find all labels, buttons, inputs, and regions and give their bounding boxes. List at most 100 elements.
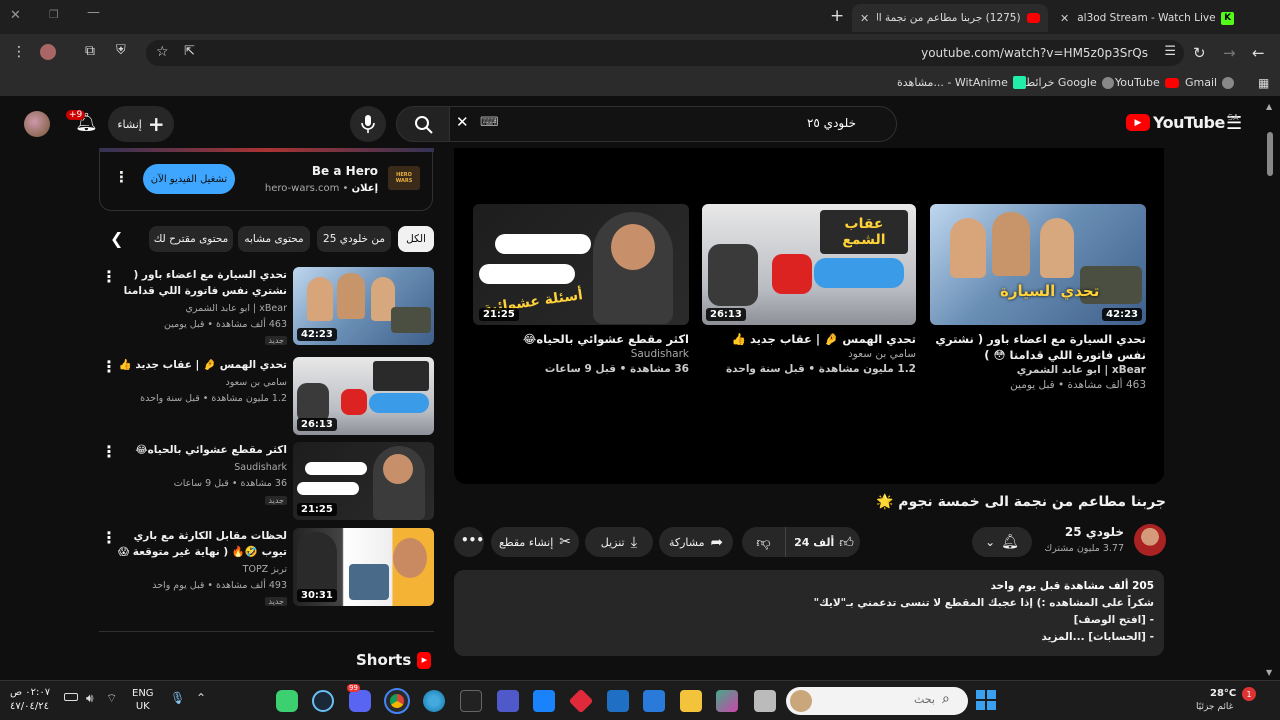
subscribe-bell-button[interactable]: ⌄ 🔔︎ bbox=[972, 527, 1032, 557]
copilot-icon[interactable] bbox=[716, 690, 738, 712]
shorts-heading[interactable]: Shorts ▶ bbox=[356, 651, 432, 669]
ad-card[interactable]: HERO WARS Be a Hero إعلان • hero-wars.co… bbox=[99, 148, 434, 211]
clear-search-icon[interactable]: ✕ bbox=[456, 113, 469, 131]
weather-widget[interactable]: 1 28°C غائم جزئيًا bbox=[1196, 687, 1272, 715]
battery-icon[interactable] bbox=[64, 693, 78, 701]
extension-avatar-icon[interactable] bbox=[40, 44, 56, 60]
video-thumbnail[interactable]: 26:13 bbox=[293, 357, 434, 435]
taskbar-search[interactable]: ⌕ بحث bbox=[786, 687, 968, 715]
create-button[interactable]: إنشاء + bbox=[108, 106, 174, 142]
end-card-title[interactable]: تحدي السيارة مع اعضاء باور ( نشتري نفس ف… bbox=[930, 331, 1146, 363]
bookmark-witanime[interactable]: مشاهدة... - WitAnime bbox=[897, 76, 1026, 89]
sidebar-video[interactable]: 21:25 اكثر مقطع عشوائي بالحياه😂 Saudisha… bbox=[99, 442, 434, 520]
sidebar-video[interactable]: 26:13 تحدي الهمس 🤌 | عقاب جديد 👍 سامي بن… bbox=[99, 357, 434, 435]
system-clock[interactable]: ٠٢:٠٧ ص ٤٧/٠٤/٢٤ bbox=[10, 686, 50, 714]
end-card-title[interactable]: تحدي الهمس 🤌 | عقاب جديد 👍 bbox=[702, 331, 916, 347]
app-red-icon[interactable] bbox=[568, 688, 594, 714]
search-input[interactable]: خلودي ٢٥ ⌨ ✕ bbox=[449, 106, 897, 142]
reload-icon[interactable]: ↻ bbox=[1193, 44, 1206, 62]
forward-icon[interactable]: → bbox=[1223, 44, 1236, 62]
more-actions-button[interactable]: ••• bbox=[454, 527, 484, 557]
chevron-left-icon[interactable]: ❮ bbox=[110, 229, 123, 248]
voice-search-button[interactable] bbox=[350, 106, 386, 142]
scroll-up-icon[interactable]: ▲ bbox=[1266, 102, 1272, 111]
site-settings-icon[interactable]: ☰ bbox=[1164, 44, 1176, 59]
video-thumbnail[interactable]: 42:23 bbox=[293, 267, 434, 345]
store-icon[interactable] bbox=[643, 690, 665, 712]
close-tab-icon[interactable]: ✕ bbox=[1060, 12, 1069, 25]
channel-name[interactable]: خلودي 25 bbox=[1030, 525, 1124, 539]
chip-related[interactable]: محتوى مشابه bbox=[238, 226, 310, 252]
chip-recommended[interactable]: محتوى مقترح لك bbox=[149, 226, 233, 252]
video-description[interactable]: 205 ألف مشاهدة قبل يوم واحد شكراً على ال… bbox=[454, 570, 1164, 656]
volume-icon[interactable]: 🔊︎ bbox=[86, 691, 94, 706]
sidebar-video[interactable]: 30:31 لحظات مقابل الكارثة مع باري تيوب 🤣… bbox=[99, 528, 434, 606]
video-thumbnail[interactable]: عقاب الشمع 26:13 bbox=[702, 204, 916, 325]
more-vertical-icon[interactable]: ⋮ bbox=[101, 442, 117, 461]
sidebar-video-title[interactable]: اكثر مقطع عشوائي بالحياه😂 bbox=[115, 442, 287, 458]
scroll-down-icon[interactable]: ▼ bbox=[1266, 668, 1272, 677]
video-thumbnail[interactable]: تحدي السيارة 42:23 bbox=[930, 204, 1146, 325]
more-vertical-icon[interactable]: ⋮ bbox=[101, 528, 117, 547]
youtube-logo[interactable]: ▶ YouTube SA bbox=[1126, 113, 1239, 132]
end-card-video[interactable]: أسئلة عشوائية 21:25 اكثر مقطع عشوائي بال… bbox=[473, 204, 689, 377]
channel-avatar[interactable] bbox=[1134, 524, 1166, 556]
chip-all[interactable]: الكل bbox=[398, 226, 434, 252]
search-button[interactable] bbox=[396, 106, 450, 142]
chip-from-channel[interactable]: من خلودي 25 bbox=[317, 226, 391, 252]
new-tab-icon[interactable]: + bbox=[830, 6, 844, 26]
more-vertical-icon[interactable]: ⋮ bbox=[101, 267, 117, 286]
edge-icon[interactable] bbox=[423, 690, 445, 712]
sidebar-video-title[interactable]: لحظات مقابل الكارثة مع باري تيوب 🤣🔥 ( نه… bbox=[115, 528, 287, 560]
more-vertical-icon[interactable]: ⋮ bbox=[114, 168, 129, 186]
share-button[interactable]: مشاركة ➦ bbox=[659, 527, 733, 557]
sidebar-video[interactable]: 42:23 تحدي السيارة مع اعضاء باور ( نشتري… bbox=[99, 267, 434, 345]
video-thumbnail[interactable]: 21:25 bbox=[293, 442, 434, 520]
bookmark-star-icon[interactable]: ☆ bbox=[156, 44, 169, 60]
download-button[interactable]: تنزيل ⤓ bbox=[585, 527, 653, 557]
language-indicator[interactable]: ENG UK bbox=[132, 687, 154, 713]
outlook-icon[interactable] bbox=[607, 690, 629, 712]
extensions-icon[interactable]: ⧉ bbox=[85, 43, 95, 59]
sidebar-video-title[interactable]: تحدي الهمس 🤌 | عقاب جديد 👍 bbox=[115, 357, 287, 373]
menu-dots-icon[interactable]: ⋮ bbox=[12, 44, 26, 60]
discord-icon[interactable]: 99 bbox=[347, 684, 371, 712]
microphone-icon[interactable]: 🎙︎ bbox=[170, 691, 185, 705]
sidebar-video-title[interactable]: تحدي السيارة مع اعضاء باور ( نشتري نفس ف… bbox=[115, 267, 287, 299]
address-bar[interactable]: ☆ ⇱ youtube.com/watch?v=HM5z0p3SrQs ☰ bbox=[146, 40, 1184, 66]
file-folder-icon[interactable] bbox=[680, 690, 702, 712]
install-app-icon[interactable]: ⇱ bbox=[184, 44, 195, 59]
account-avatar[interactable] bbox=[24, 111, 50, 137]
keyboard-icon[interactable]: ⌨ bbox=[480, 115, 499, 130]
dropbox-icon[interactable] bbox=[533, 690, 555, 712]
like-button[interactable]: 24 ألف 👍︎ bbox=[788, 527, 860, 557]
all-bookmarks-icon[interactable]: ▦ bbox=[1258, 76, 1269, 90]
shield-icon[interactable]: ⛨ bbox=[116, 43, 126, 58]
wifi-icon[interactable]: ⌔ bbox=[106, 691, 117, 706]
app-teams-icon[interactable] bbox=[497, 690, 519, 712]
notifications-button[interactable]: 🔔︎ +9 bbox=[66, 110, 98, 138]
epic-games-icon[interactable] bbox=[460, 690, 482, 712]
video-thumbnail[interactable]: 30:31 bbox=[293, 528, 434, 606]
end-card-title[interactable]: اكثر مقطع عشوائي بالحياه😂 bbox=[473, 331, 689, 347]
bookmark-google-maps[interactable]: خرائط Google bbox=[1025, 76, 1114, 89]
end-card-video[interactable]: عقاب الشمع 26:13 تحدي الهمس 🤌 | عقاب جدي… bbox=[702, 204, 916, 377]
tab-kick-stream[interactable]: ✕ al3od Stream - Watch Live on K K bbox=[1052, 4, 1242, 32]
dislike-button[interactable]: 👎︎ bbox=[742, 527, 786, 557]
minimize-window-icon[interactable]: — bbox=[87, 5, 100, 20]
ad-cta-button[interactable]: تشغيل الفيديو الآن bbox=[143, 164, 235, 194]
restore-window-icon[interactable]: ❐ bbox=[49, 8, 59, 21]
show-hidden-icons[interactable]: ⌃ bbox=[196, 691, 206, 705]
tab-youtube-video[interactable]: ✕ (1275) جربنا مطاعم من نجمة الـ bbox=[852, 4, 1048, 32]
more-vertical-icon[interactable]: ⋮ bbox=[101, 357, 117, 376]
bookmark-youtube[interactable]: YouTube bbox=[1115, 76, 1179, 89]
video-thumbnail[interactable]: أسئلة عشوائية 21:25 bbox=[473, 204, 689, 325]
end-card-video[interactable]: تحدي السيارة 42:23 تحدي السيارة مع اعضاء… bbox=[930, 204, 1146, 393]
file-explorer-icon[interactable] bbox=[754, 690, 776, 712]
xbox-icon[interactable] bbox=[276, 690, 298, 712]
scrollbar-thumb[interactable] bbox=[1267, 132, 1273, 176]
close-tab-icon[interactable]: ✕ bbox=[860, 12, 869, 25]
page-scrollbar[interactable]: ▲ ▼ bbox=[1266, 102, 1274, 680]
close-window-icon[interactable]: ✕ bbox=[10, 8, 21, 23]
chrome-icon[interactable] bbox=[384, 688, 410, 714]
